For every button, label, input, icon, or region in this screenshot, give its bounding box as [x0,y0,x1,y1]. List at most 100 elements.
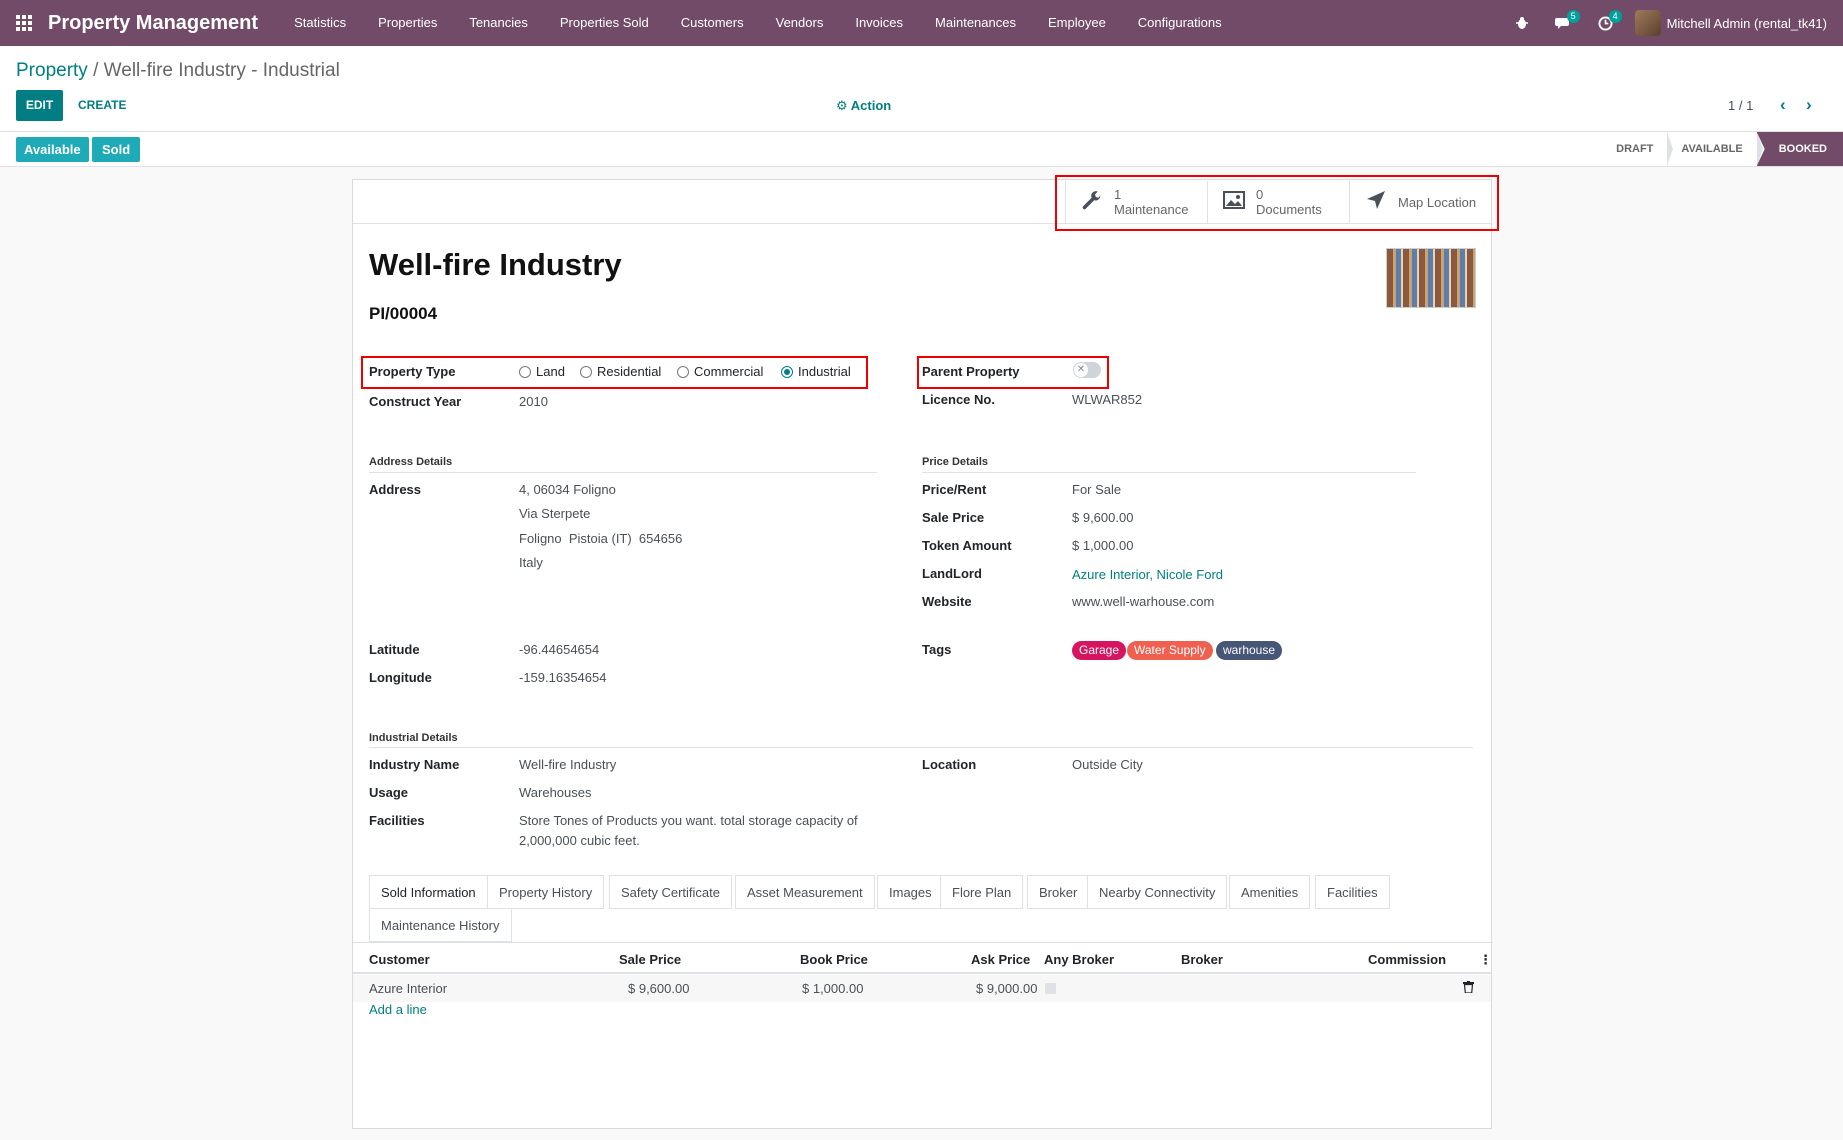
user-menu[interactable]: Mitchell Admin (rental_tk41) [1627,10,1843,36]
facilities-line-2[interactable]: 2,000,000 cubic feet. [519,833,640,848]
column-any-broker[interactable]: Any Broker [1044,952,1114,967]
section-divider [369,472,877,473]
menu-invoices[interactable]: Invoices [839,0,919,46]
map-location-smart-button[interactable]: Map Location [1349,181,1491,223]
radio-industrial[interactable]: Industrial [781,364,851,379]
location-value[interactable]: Outside City [1072,757,1143,772]
menu-tenancies[interactable]: Tenancies [453,0,544,46]
tag-badge[interactable]: Water Supply [1127,641,1213,660]
parent-property-toggle[interactable]: ✕ [1073,362,1101,378]
licence-value[interactable]: WLWAR852 [1072,392,1142,407]
column-commission[interactable]: Commission [1368,952,1446,967]
menu-properties[interactable]: Properties [362,0,453,46]
tab-property-history[interactable]: Property History [487,875,605,909]
facilities-line-1[interactable]: Store Tones of Products you want. total … [519,813,858,828]
construct-year-value[interactable]: 2010 [519,394,548,409]
menu-properties-sold[interactable]: Properties Sold [544,0,665,46]
wrench-icon [1080,190,1104,214]
menu-configurations[interactable]: Configurations [1122,0,1238,46]
cell-customer[interactable]: Azure Interior [369,981,447,996]
app-brand[interactable]: Property Management [48,12,258,35]
tab-broker[interactable]: Broker [1027,875,1090,909]
available-button[interactable]: Available [16,137,89,162]
address-line-3[interactable]: Foligno Pistoia (IT) 654656 [519,531,682,546]
column-customer[interactable]: Customer [369,952,430,967]
property-type-label: Property Type [369,364,456,379]
tab-sold-information[interactable]: Sold Information [369,875,488,909]
menu-customers[interactable]: Customers [665,0,760,46]
edit-button[interactable]: EDIT [16,90,63,121]
trash-icon[interactable] [1463,981,1474,996]
chevron-left-icon[interactable]: ‹ [1780,95,1786,115]
breadcrumb: Property / Well-fire Industry - Industri… [16,60,340,82]
tag-badge[interactable]: Garage [1072,641,1127,660]
property-image[interactable] [1386,248,1476,308]
address-line-1[interactable]: 4, 06034 Foligno [519,482,616,497]
cell-ask-price[interactable]: $ 9,000.00 [976,981,1037,996]
messages-icon[interactable]: 5 [1543,0,1585,46]
table-row[interactable]: Azure Interior $ 9,600.00 $ 1,000.00 $ 9… [353,975,1491,1002]
breadcrumb-root-link[interactable]: Property [16,60,88,81]
app-menu-icon[interactable] [0,0,48,46]
add-line-link[interactable]: Add a line [369,1002,427,1017]
usage-value[interactable]: Warehouses [519,785,592,800]
documents-label: Documents [1256,202,1322,217]
maintenance-smart-button[interactable]: 1 Maintenance [1065,181,1207,223]
column-sale-price[interactable]: Sale Price [619,952,681,967]
menu-statistics[interactable]: Statistics [278,0,362,46]
tab-flore-plan[interactable]: Flore Plan [940,875,1024,909]
token-amount-value[interactable]: $ 1,000.00 [1072,538,1133,553]
smart-button-box: 1 Maintenance 0 Documents Map Location [353,180,1491,224]
tab-safety-certificate[interactable]: Safety Certificate [609,875,732,909]
tab-asset-measurement[interactable]: Asset Measurement [735,875,875,909]
sold-button[interactable]: Sold [92,137,141,162]
address-line-2[interactable]: Via Sterpete [519,506,590,521]
address-line-4[interactable]: Italy [519,555,543,570]
chevron-right-icon[interactable]: › [1806,95,1812,115]
activities-clock-icon[interactable]: 4 [1585,0,1627,46]
website-label: Website [922,594,972,609]
action-menu[interactable]: ⚙ Action [836,98,891,114]
column-options-icon[interactable]: ⋮ [1479,952,1492,968]
radio-residential[interactable]: Residential [580,364,661,379]
radio-commercial[interactable]: Commercial [677,364,763,379]
debug-bug-icon[interactable] [1501,0,1543,46]
industry-name-value[interactable]: Well-fire Industry [519,757,616,772]
radio-land-label: Land [536,364,565,379]
radio-industrial-label: Industrial [798,364,851,379]
tab-images[interactable]: Images [877,875,944,909]
tab-maintenance-history[interactable]: Maintenance History [369,908,512,942]
column-book-price[interactable]: Book Price [800,952,868,967]
sale-price-value[interactable]: $ 9,600.00 [1072,510,1133,525]
navbar-systray: 5 4 Mitchell Admin (rental_tk41) [1501,0,1843,46]
longitude-value[interactable]: -159.16354654 [519,670,606,685]
menu-vendors[interactable]: Vendors [760,0,840,46]
top-navbar: Property Management Statistics Propertie… [0,0,1843,46]
any-broker-checkbox[interactable] [1045,983,1056,994]
stage-available[interactable]: AVAILABLE [1667,132,1764,166]
tab-divider [353,942,1491,943]
column-broker[interactable]: Broker [1181,952,1223,967]
column-ask-price[interactable]: Ask Price [971,952,1030,967]
tab-amenities[interactable]: Amenities [1229,875,1311,909]
tag-badge[interactable]: warhouse [1216,641,1283,660]
landlord-link[interactable]: Azure Interior, Nicole Ford [1072,567,1223,582]
radio-land[interactable]: Land [519,364,565,379]
price-rent-value[interactable]: For Sale [1072,482,1121,497]
documents-smart-button[interactable]: 0 Documents [1207,181,1349,223]
latitude-value[interactable]: -96.44654654 [519,642,599,657]
cell-sale-price[interactable]: $ 9,600.00 [628,981,689,996]
stage-booked[interactable]: BOOKED [1756,132,1843,166]
address-label: Address [369,482,422,497]
tab-nearby-connectivity[interactable]: Nearby Connectivity [1087,875,1228,909]
menu-employee[interactable]: Employee [1032,0,1122,46]
create-button[interactable]: CREATE [74,90,130,121]
documents-count: 0 [1256,187,1264,202]
cell-book-price[interactable]: $ 1,000.00 [802,981,863,996]
messages-badge: 5 [1566,10,1580,23]
pager-value[interactable]: 1 / 1 [1728,98,1753,113]
website-value[interactable]: www.well-warhouse.com [1072,594,1214,609]
tab-facilities[interactable]: Facilities [1315,875,1390,909]
stage-draft[interactable]: DRAFT [1602,132,1674,166]
menu-maintenances[interactable]: Maintenances [919,0,1032,46]
